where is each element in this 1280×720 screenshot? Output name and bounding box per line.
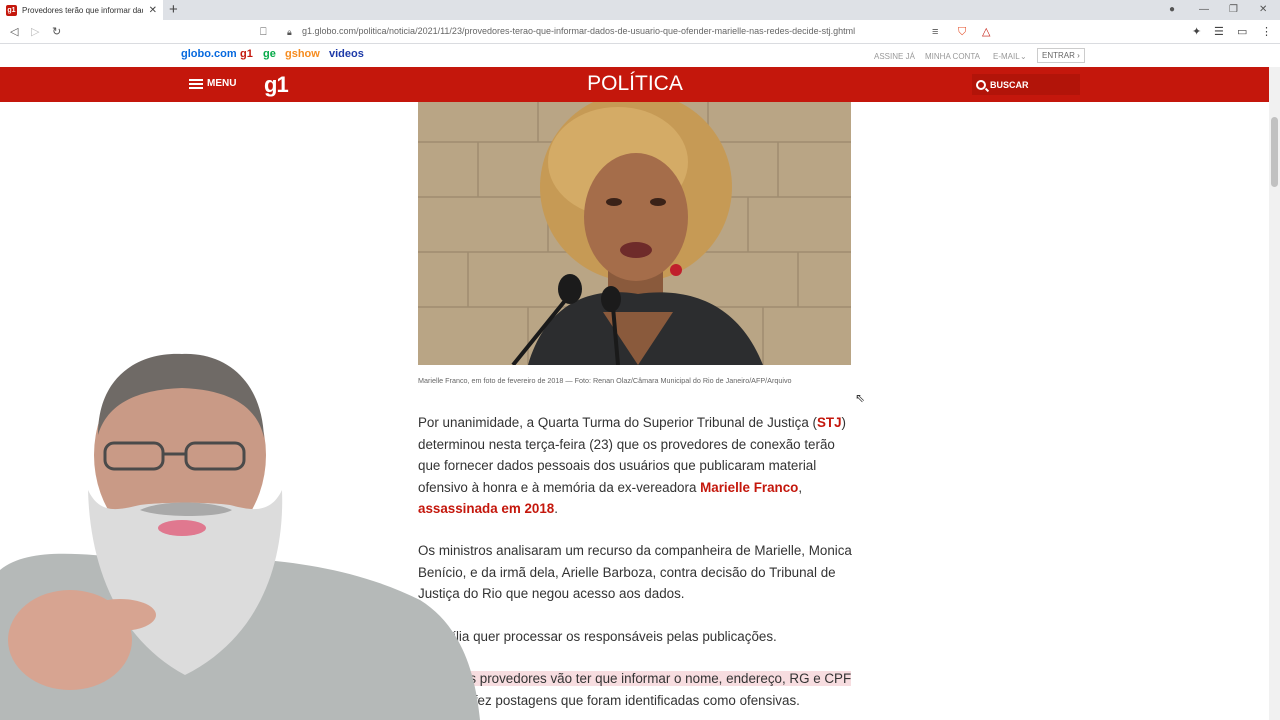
forward-icon[interactable]: ▷ [31, 24, 39, 40]
minimize-icon[interactable]: — [1199, 2, 1209, 18]
address-bar: ◁ ▷ ↻ ⎕ 🔒︎ g1.globo.com/politica/noticia… [0, 20, 1280, 44]
p1-text-d: . [554, 501, 558, 516]
p1-text-c: , [798, 479, 803, 495]
profile-icon[interactable]: ● [1169, 2, 1175, 18]
globo-network-bar: globo.com g1 ge gshow videos ASSINE JÁ M… [0, 45, 1280, 67]
back-icon[interactable]: ◁ [10, 24, 18, 40]
browser-menu-icon[interactable]: ⋮ [1261, 24, 1272, 40]
wallet-icon[interactable]: ▭ [1237, 24, 1247, 40]
photo-caption: Marielle Franco, em foto de fevereiro de… [418, 376, 792, 385]
bookmark-icon[interactable]: ⎕ [260, 24, 267, 40]
subscribe-link[interactable]: ASSINE JÁ [874, 52, 915, 61]
brave-shield-icon[interactable]: ⛉ [958, 24, 966, 40]
my-account-link[interactable]: MINHA CONTA [925, 52, 980, 61]
g1-favicon-icon: g1 [6, 4, 17, 16]
mouse-cursor-icon: ⇖ [855, 391, 866, 405]
browser-tabstrip: g1 Provedores terão que informar dados d… [0, 0, 1280, 20]
page-scrollbar[interactable] [1269, 67, 1280, 720]
section-title[interactable]: POLÍTICA [540, 72, 730, 96]
menu-button[interactable]: MENU [189, 78, 236, 89]
site-header: MENU g1 POLÍTICA BUSCAR [0, 67, 1269, 102]
nav-link-g1[interactable]: g1 [240, 48, 253, 60]
presenter-video-graphic [0, 353, 480, 720]
lock-icon[interactable]: 🔒︎ [287, 24, 292, 40]
article-paragraph-4: Assim, os provedores vão ter que informa… [418, 668, 854, 711]
stj-link[interactable]: STJ [817, 415, 842, 430]
tab-title: Provedores terão que informar dados de u… [22, 5, 143, 15]
reader-mode-icon[interactable]: ≡ [932, 24, 938, 40]
login-button[interactable]: ENTRAR › [1037, 48, 1085, 63]
search-button[interactable]: BUSCAR [972, 74, 1080, 95]
close-tab-icon[interactable]: ✕ [149, 5, 157, 16]
nav-link-globo[interactable]: globo.com [181, 48, 237, 60]
extensions-icon[interactable]: ✦ [1192, 24, 1201, 40]
article-photo [418, 102, 851, 365]
reload-icon[interactable]: ↻ [52, 24, 61, 40]
chevron-down-icon: ⌄ [1020, 52, 1027, 61]
search-label: BUSCAR [990, 79, 1029, 90]
article-paragraph-2: Os ministros analisaram um recurso da co… [418, 543, 852, 601]
webcam-overlay [0, 340, 480, 720]
scrollbar-thumb[interactable] [1271, 117, 1278, 187]
url-field[interactable]: g1.globo.com/politica/noticia/2021/11/23… [302, 26, 855, 36]
article-paragraph-1: Por unanimidade, a Quarta Turma do Super… [418, 412, 854, 520]
article-paragraph-3: A família quer processar os responsáveis… [418, 629, 777, 644]
nav-link-ge[interactable]: ge [263, 48, 276, 60]
nav-link-gshow[interactable]: gshow [285, 48, 320, 60]
restore-icon[interactable]: ❐ [1229, 2, 1238, 18]
g1-logo[interactable]: g1 [264, 72, 289, 98]
nav-link-videos[interactable]: videos [329, 48, 364, 60]
window-close-icon[interactable]: ✕ [1259, 2, 1267, 18]
highlighted-text: Assim, os provedores vão ter que informa… [418, 671, 852, 686]
hamburger-icon [189, 78, 203, 89]
search-icon [976, 79, 986, 90]
new-tab-button[interactable]: + [169, 1, 178, 19]
article-photo-graphic [418, 102, 851, 365]
browser-tab[interactable]: g1 Provedores terão que informar dados d… [0, 0, 163, 20]
marielle-franco-link[interactable]: Marielle Franco [700, 480, 798, 495]
rewards-triangle-icon[interactable]: △ [982, 24, 990, 40]
menu-label: MENU [207, 78, 237, 89]
email-link[interactable]: E-MAIL [993, 52, 1020, 61]
playlist-icon[interactable]: ☰ [1214, 24, 1224, 40]
